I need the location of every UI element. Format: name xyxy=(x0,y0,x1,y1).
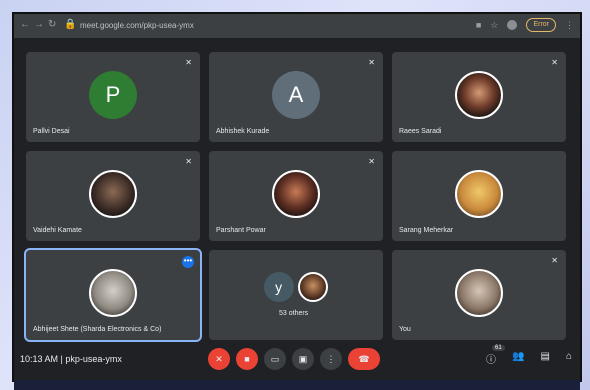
participant-name: Vaidehi Kamate xyxy=(33,227,82,234)
people-icon[interactable]: 👥 xyxy=(512,351,524,366)
lock-icon: 🔒 xyxy=(64,19,77,30)
captions-button[interactable]: ▭ xyxy=(264,348,286,370)
profile-avatar[interactable] xyxy=(507,20,518,30)
avatar: P xyxy=(89,71,137,119)
participant-tile-active[interactable]: ••• Abhijeet Shete (Sharda Electronics &… xyxy=(24,248,202,342)
meeting-code: pkp-usea-ymx xyxy=(65,354,122,364)
participant-name: Raees Saradi xyxy=(399,128,442,135)
call-controls: ✕ ■ ▭ ▣ ⋮ ☎ xyxy=(208,348,380,370)
forward-icon[interactable]: → xyxy=(34,19,44,30)
reload-icon[interactable]: ↻ xyxy=(48,19,56,30)
present-button[interactable]: ▣ xyxy=(292,348,314,370)
bottom-bar: 10:13 AM | pkp-usea-ymx ✕ ■ ▭ ▣ ⋮ ☎ 61 ⓘ… xyxy=(14,344,580,380)
participant-tile[interactable]: ✕ Raees Saradi xyxy=(392,52,566,142)
avatar xyxy=(272,170,320,218)
meeting-info: 10:13 AM | pkp-usea-ymx xyxy=(20,354,122,364)
participant-tile[interactable]: ✕ Parshant Powar xyxy=(209,151,383,241)
others-tile[interactable]: y 53 others xyxy=(209,250,383,340)
chat-icon[interactable]: ▤ xyxy=(541,351,550,366)
participant-tile[interactable]: ✕ Vaidehi Kamate xyxy=(26,151,200,241)
back-icon[interactable]: ← xyxy=(20,19,30,30)
meet-window: ← → ↻ 🔒 meet.google.com/pkp-usea-ymx ■ ☆… xyxy=(14,14,580,380)
mic-off-icon: ✕ xyxy=(185,58,192,67)
mic-off-icon: ✕ xyxy=(551,58,558,67)
camera-indicator-icon[interactable]: ■ xyxy=(476,20,481,30)
avatar xyxy=(89,269,137,317)
avatar xyxy=(298,272,329,302)
participant-name: Pallvi Desai xyxy=(33,128,70,135)
leave-call-button[interactable]: ☎ xyxy=(348,348,380,370)
others-count: 53 others xyxy=(279,310,309,317)
avatar xyxy=(455,269,503,317)
activities-icon[interactable]: ⌂ xyxy=(566,351,572,366)
avatar xyxy=(455,170,503,218)
mic-off-icon: ✕ xyxy=(551,256,558,265)
side-panel-controls: ⓘ 👥 ▤ ⌂ xyxy=(486,351,572,366)
more-options-button[interactable]: ⋮ xyxy=(320,348,342,370)
mic-toggle-button[interactable]: ✕ xyxy=(208,348,230,370)
separator: | xyxy=(60,354,63,364)
participant-name: You xyxy=(399,326,411,333)
info-icon[interactable]: ⓘ xyxy=(486,351,496,366)
more-options-icon[interactable]: ••• xyxy=(182,256,194,268)
avatar xyxy=(455,71,503,119)
url-bar[interactable]: meet.google.com/pkp-usea-ymx xyxy=(80,19,480,33)
participant-tile[interactable]: ✕ A Abhishek Kurade xyxy=(209,52,383,142)
avatar xyxy=(89,170,137,218)
browser-toolbar: ← → ↻ 🔒 meet.google.com/pkp-usea-ymx ■ ☆… xyxy=(14,14,580,38)
menu-dots-icon[interactable]: ⋮ xyxy=(565,20,574,31)
participant-tile[interactable]: ✕ P Pallvi Desai xyxy=(26,52,200,142)
avatar: y xyxy=(263,272,294,302)
browser-actions: ■ ☆ Error ⋮ xyxy=(476,18,574,32)
clock-time: 10:13 AM xyxy=(20,354,59,364)
error-pill[interactable]: Error xyxy=(526,18,556,32)
star-icon[interactable]: ☆ xyxy=(490,20,498,31)
avatar: A xyxy=(272,71,320,119)
participant-name: Sarang Meherkar xyxy=(399,227,454,234)
participant-name: Abhijeet Shete (Sharda Electronics & Co) xyxy=(33,326,162,333)
participant-tile[interactable]: Sarang Meherkar xyxy=(392,151,566,241)
self-tile[interactable]: ✕ You xyxy=(392,250,566,340)
mic-off-icon: ✕ xyxy=(185,157,192,166)
mic-off-icon: ✕ xyxy=(368,157,375,166)
mic-off-icon: ✕ xyxy=(368,58,375,67)
camera-toggle-button[interactable]: ■ xyxy=(236,348,258,370)
participant-name: Parshant Powar xyxy=(216,227,266,234)
os-taskbar xyxy=(14,380,580,390)
participant-name: Abhishek Kurade xyxy=(216,128,270,135)
